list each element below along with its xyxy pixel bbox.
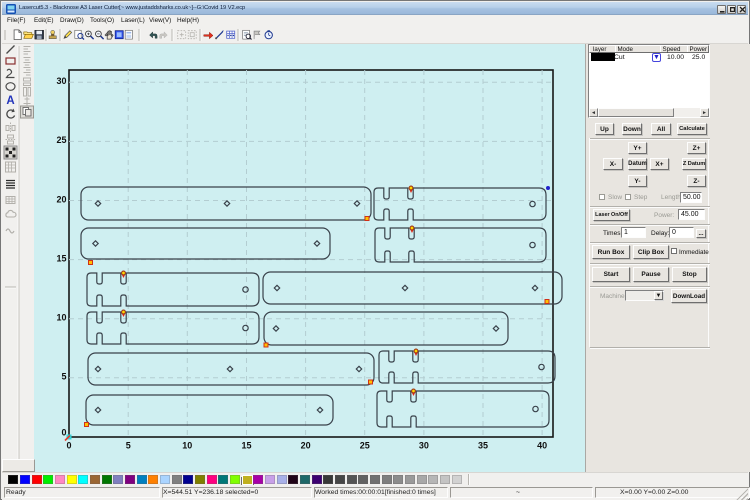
svg-text:10: 10 <box>182 441 192 451</box>
svg-text:40: 40 <box>537 441 547 451</box>
svg-text:35: 35 <box>478 441 488 451</box>
svg-text:15: 15 <box>56 253 66 263</box>
svg-text:0: 0 <box>66 441 71 451</box>
svg-text:30: 30 <box>419 441 429 451</box>
svg-text:20: 20 <box>301 441 311 451</box>
svg-text:15: 15 <box>241 441 251 451</box>
svg-text:30: 30 <box>56 76 66 86</box>
svg-text:10: 10 <box>56 313 66 323</box>
svg-text:20: 20 <box>56 194 66 204</box>
svg-text:A: A <box>6 95 14 107</box>
svg-text:0: 0 <box>61 427 66 437</box>
svg-text:5: 5 <box>61 372 66 382</box>
svg-text:5: 5 <box>126 441 131 451</box>
svg-text:25: 25 <box>56 135 66 145</box>
svg-text:25: 25 <box>360 441 370 451</box>
